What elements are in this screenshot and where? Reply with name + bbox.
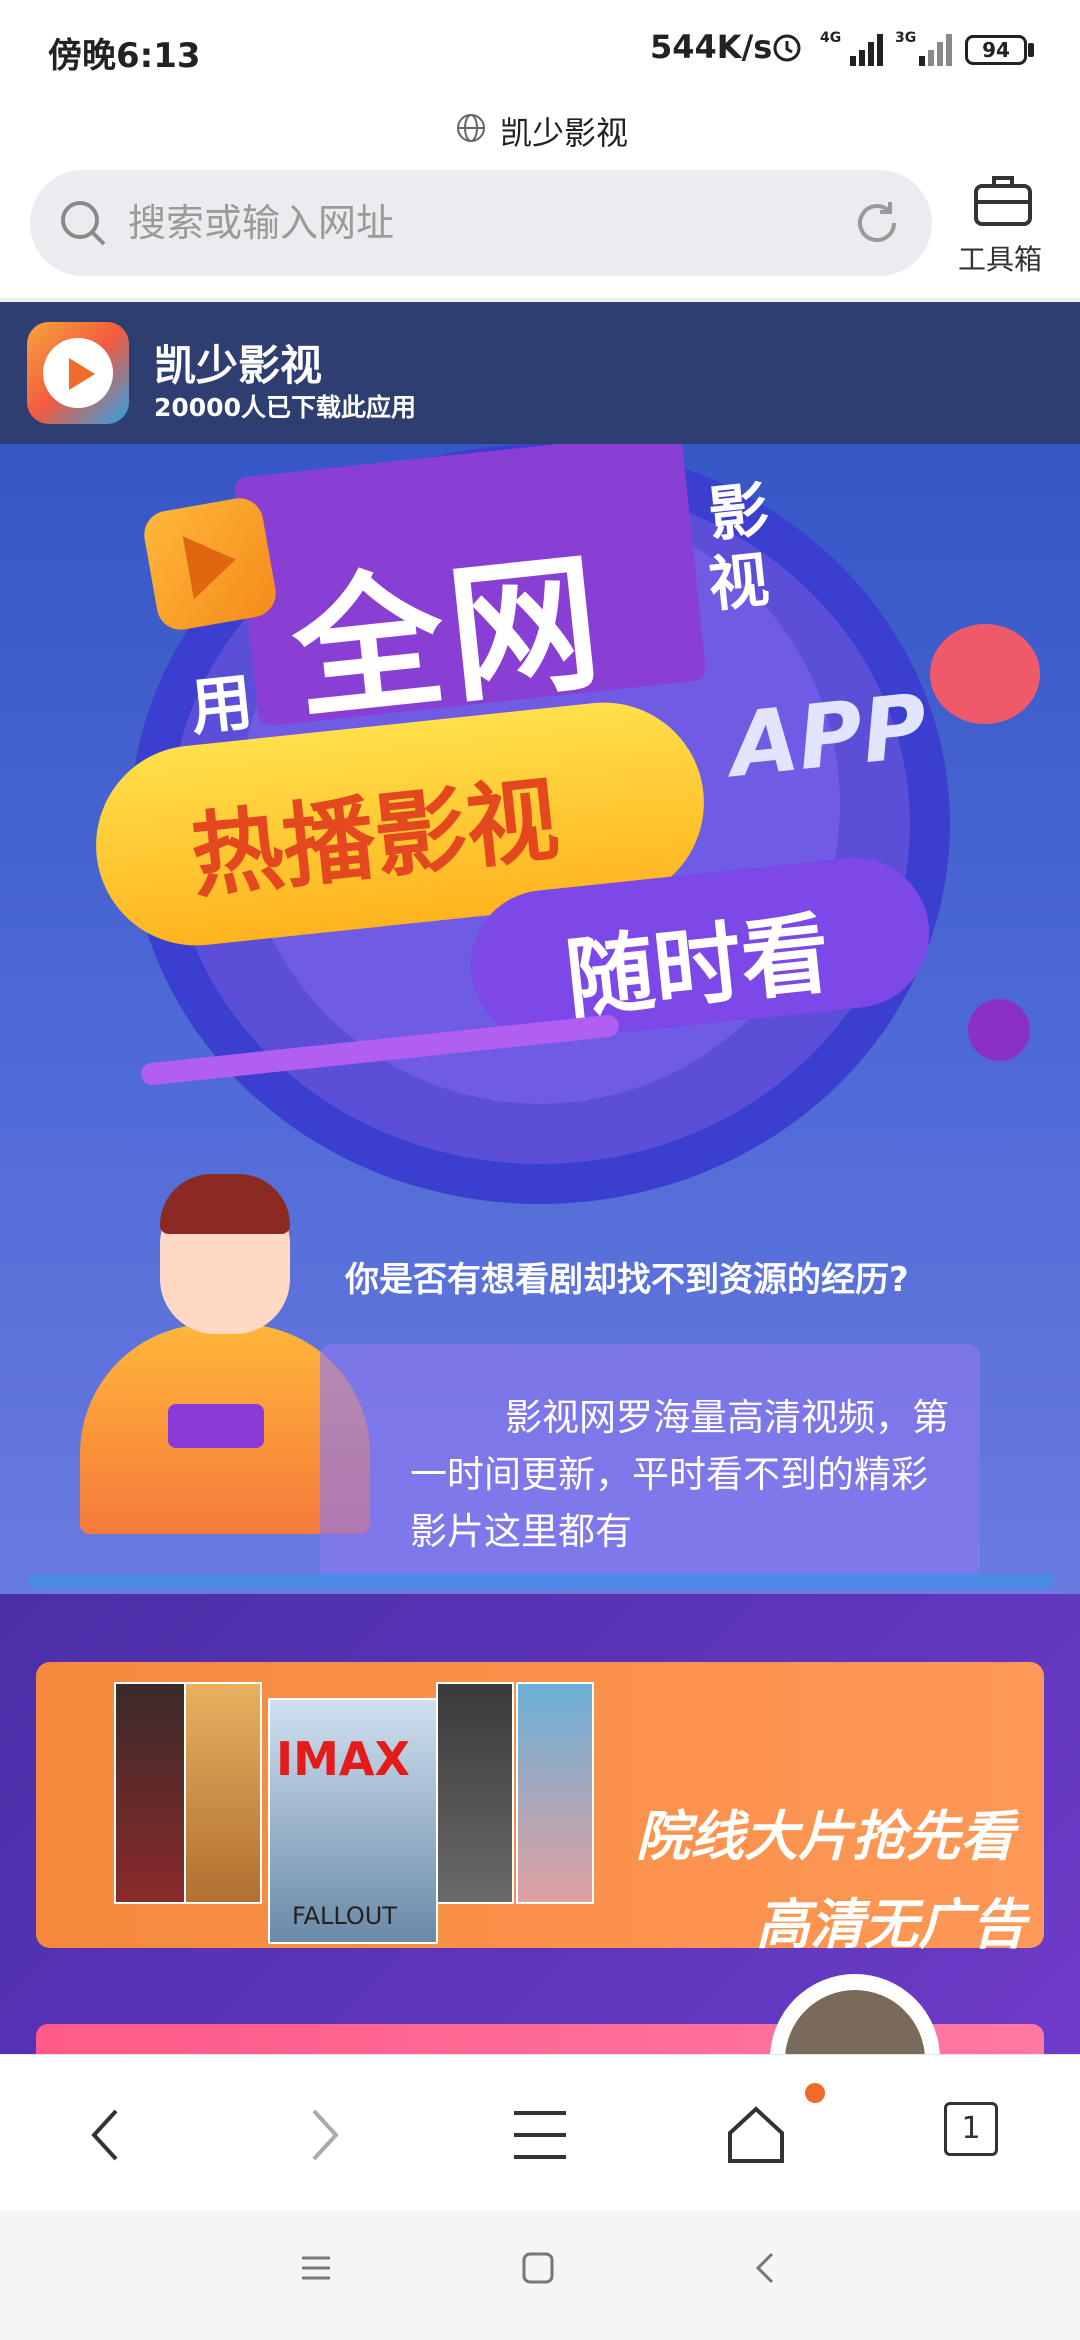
back-system-icon[interactable] (748, 2250, 784, 2286)
address-bar[interactable] (30, 170, 932, 276)
signal-4g-icon: 4G (820, 30, 883, 66)
status-bar: 傍晚6:13 544K/s 4G 3G 94 (0, 0, 1080, 100)
headline-side-2: 视 (705, 545, 773, 621)
hero-banner: 全网 影 视 用 APP 热播影视 随时看 你是否有想看剧却找不到资源的经历? … (0, 444, 1080, 1594)
movie-poster (114, 1682, 192, 1904)
play-triangle (182, 527, 242, 600)
play-tile-icon (140, 494, 280, 634)
battery-cap (1028, 43, 1034, 57)
decor-dot (968, 999, 1030, 1061)
poster-imax-text: IMAX (276, 1732, 410, 1786)
tab-count[interactable]: 1 (944, 2102, 998, 2156)
hero-question: 你是否有想看剧却找不到资源的经历? (345, 1260, 909, 1300)
toolbox-icon (974, 176, 1032, 226)
home-button[interactable] (696, 2055, 816, 2211)
movie-poster (184, 1682, 262, 1904)
forward-button[interactable] (262, 2055, 382, 2211)
slogan-2: 高清无广告 (756, 1893, 1026, 1956)
browser-nav-bar (0, 2054, 1080, 2211)
back-button[interactable] (48, 2055, 168, 2211)
site-title: 凯少影视 (500, 114, 629, 152)
reload-icon[interactable] (850, 196, 904, 250)
headline-use: 用 (186, 664, 257, 745)
svg-text:3G: 3G (895, 30, 916, 46)
search-input[interactable] (126, 192, 830, 254)
movies-banner: IMAX FALLOUT 院线大片抢先看 高清无广告 (0, 1594, 1080, 2054)
person-hair (160, 1174, 290, 1234)
play-icon (69, 358, 95, 390)
network-speed: 544K/s (650, 28, 773, 66)
signal-3g-icon: 3G (895, 30, 952, 66)
decor-blob (930, 624, 1040, 724)
alarm-icon (773, 34, 801, 62)
divider-stripe (28, 1574, 1054, 1588)
site-title-bar: 凯少影视 (0, 100, 1080, 160)
search-icon (61, 201, 106, 246)
app-word: APP (725, 673, 932, 798)
globe-icon (457, 114, 485, 142)
download-count: 20000人已下载此应用 (154, 393, 416, 422)
system-nav-bar (0, 2210, 1080, 2340)
slogan-1: 院线大片抢先看 (636, 1805, 1014, 1868)
home-system-icon[interactable] (520, 2250, 556, 2286)
toolbox-button[interactable]: 工具箱 (952, 170, 1062, 280)
recents-icon[interactable] (298, 2250, 334, 2286)
app-name: 凯少影视 (154, 341, 323, 390)
movie-poster (516, 1682, 594, 1904)
notification-dot (805, 2083, 825, 2103)
status-time: 傍晚6:13 (48, 36, 201, 76)
movie-poster (436, 1682, 514, 1904)
svg-text:4G: 4G (820, 30, 841, 46)
poster-fallout-text: FALLOUT (292, 1902, 398, 1930)
toolbox-label: 工具箱 (958, 243, 1043, 276)
hero-description: 影视网罗海量高清视频，第一时间更新，平时看不到的精彩影片这里都有 (410, 1396, 949, 1553)
app-logo (27, 322, 129, 424)
home-icon (728, 2106, 784, 2163)
battery-indicator: 94 (965, 35, 1027, 65)
chevron-right-icon (312, 2109, 339, 2161)
menu-button[interactable] (480, 2055, 600, 2211)
movies-card: IMAX FALLOUT 院线大片抢先看 高清无广告 (36, 1662, 1044, 1956)
menu-icon (514, 2111, 566, 2159)
phone-illustration (168, 1404, 264, 1448)
chevron-left-icon (91, 2109, 118, 2161)
app-header[interactable]: 凯少影视 20000人已下载此应用 (0, 302, 1080, 444)
